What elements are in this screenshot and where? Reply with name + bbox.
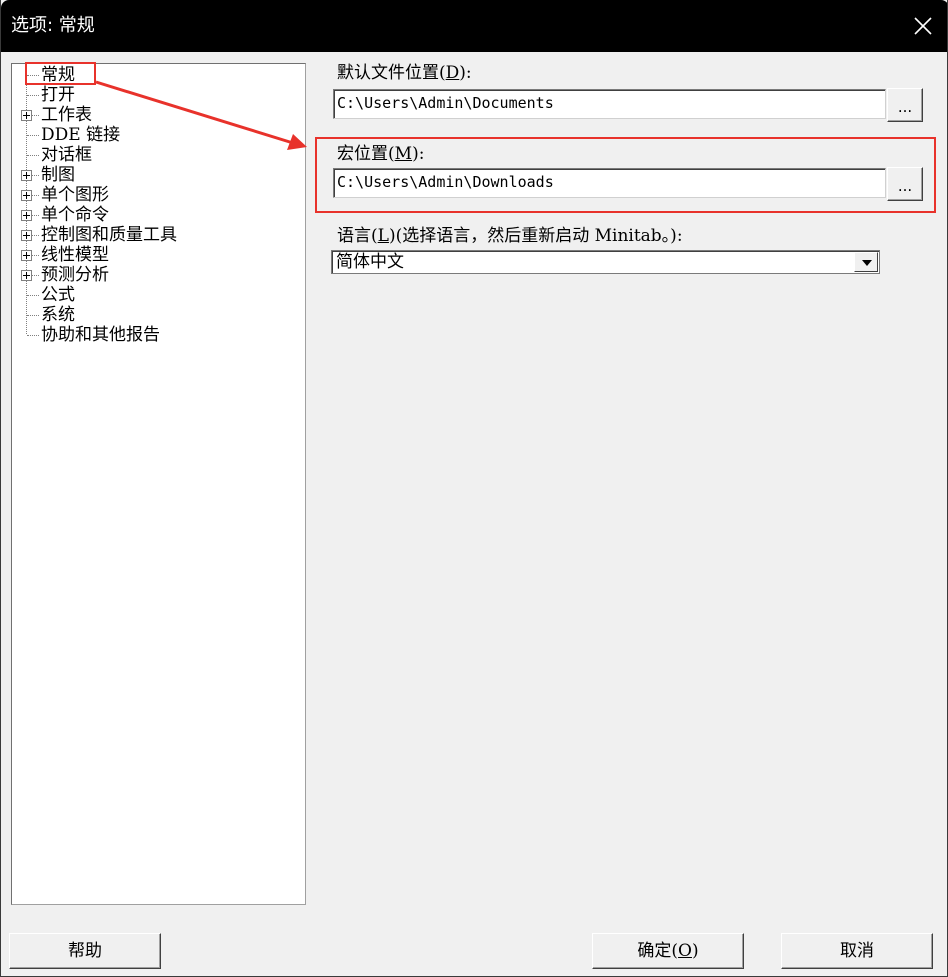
title-bar: 选项: 常规 <box>1 0 947 52</box>
expand-plus-icon[interactable] <box>21 170 32 181</box>
tree-item-label: 单个命令 <box>41 205 109 225</box>
category-tree[interactable]: 常规 打开 工作表 DDE 链接 对话框 制图 单个图形 单个命令 控制图和质量… <box>11 63 306 905</box>
expand-plus-icon[interactable] <box>21 190 32 201</box>
tree-item-graphics[interactable]: 制图 <box>12 165 302 185</box>
macro-location-input[interactable]: C:\Users\Admin\Downloads <box>333 168 886 198</box>
options-dialog: 选项: 常规 常规 打开 工作表 DDE 链接 对话框 制图 单个图形 单个命令… <box>0 0 948 977</box>
tree-item-label: 常规 <box>41 65 75 85</box>
expand-plus-icon[interactable] <box>21 250 32 261</box>
tree-item-label: 制图 <box>41 165 75 185</box>
expand-plus-icon[interactable] <box>21 110 32 121</box>
language-dropdown-button[interactable] <box>854 252 878 272</box>
macro-location-browse-button[interactable]: ... <box>887 167 923 201</box>
tree-item-predictive-analytics[interactable]: 预测分析 <box>12 265 302 285</box>
dropdown-arrow-icon <box>862 260 872 266</box>
cancel-button[interactable]: 取消 <box>781 933 933 969</box>
tree-item-label: 控制图和质量工具 <box>41 225 177 245</box>
tree-item-label: 对话框 <box>41 145 92 165</box>
tree-item-open[interactable]: 打开 <box>12 85 302 105</box>
expand-plus-icon[interactable] <box>21 270 32 281</box>
language-select[interactable]: 简体中文 <box>331 250 880 274</box>
default-location-browse-button[interactable]: ... <box>887 88 923 122</box>
expand-plus-icon[interactable] <box>21 210 32 221</box>
language-label: 语言(L)(选择语言，然后重新启动 Minitab。): <box>337 226 683 246</box>
expand-plus-icon[interactable] <box>21 230 32 241</box>
close-button[interactable] <box>903 6 943 46</box>
tree-item-system[interactable]: 系统 <box>12 305 302 325</box>
tree-item-label: 线性模型 <box>41 245 109 265</box>
tree-item-individual-commands[interactable]: 单个命令 <box>12 205 302 225</box>
default-location-input[interactable]: C:\Users\Admin\Documents <box>333 89 886 119</box>
tree-item-label: 系统 <box>41 305 75 325</box>
macro-location-label: 宏位置(M): <box>337 144 425 164</box>
language-select-value: 简体中文 <box>336 252 404 272</box>
tree-item-label: 单个图形 <box>41 185 109 205</box>
tree-item-assistant-reports[interactable]: 协助和其他报告 <box>12 325 302 345</box>
tree-item-label: 协助和其他报告 <box>41 325 160 345</box>
tree-item-label: 打开 <box>41 85 75 105</box>
window-title: 选项: 常规 <box>11 15 95 36</box>
ok-button[interactable]: 确定(O) <box>592 933 744 969</box>
tree-item-individual-graphs[interactable]: 单个图形 <box>12 185 302 205</box>
tree-item-label: 预测分析 <box>41 265 109 285</box>
tree-item-label: 公式 <box>41 285 75 305</box>
tree-item-formulas[interactable]: 公式 <box>12 285 302 305</box>
tree-item-control-charts[interactable]: 控制图和质量工具 <box>12 225 302 245</box>
tree-item-worksheet[interactable]: 工作表 <box>12 105 302 125</box>
tree-item-general[interactable]: 常规 <box>12 65 302 85</box>
tree-item-linear-models[interactable]: 线性模型 <box>12 245 302 265</box>
tree-item-label: 工作表 <box>41 105 92 125</box>
help-button[interactable]: 帮助 <box>9 933 161 969</box>
default-location-label: 默认文件位置(D): <box>337 63 472 83</box>
tree-item-label: DDE 链接 <box>41 125 121 145</box>
tree-item-dialogs[interactable]: 对话框 <box>12 145 302 165</box>
tree-item-dde-links[interactable]: DDE 链接 <box>12 125 302 145</box>
close-icon <box>914 17 932 35</box>
